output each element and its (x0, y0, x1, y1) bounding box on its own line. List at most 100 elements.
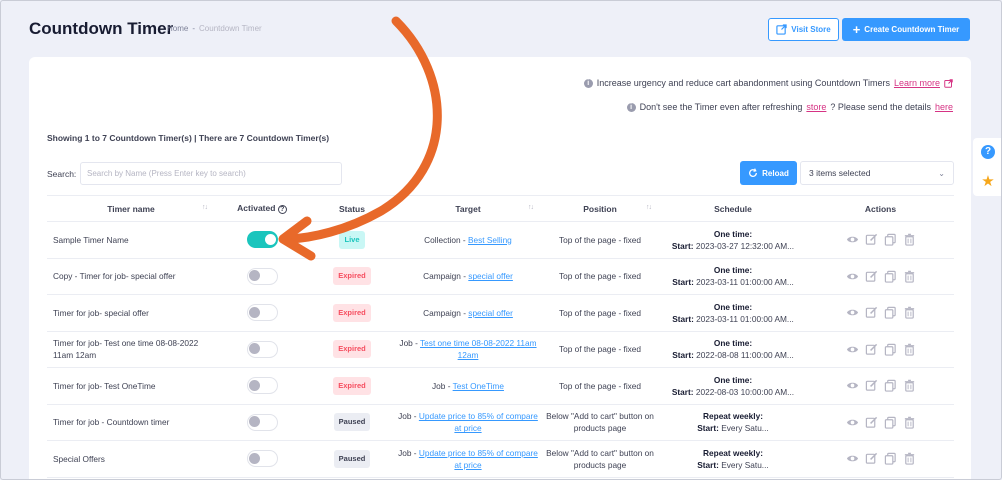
target-link[interactable]: Best Selling (468, 235, 512, 245)
refresh-icon (749, 168, 758, 177)
edit-icon[interactable] (865, 306, 878, 319)
activated-toggle[interactable] (246, 413, 278, 431)
schedule-start-label: Start: (672, 277, 694, 288)
activated-toggle[interactable] (246, 267, 278, 285)
target-link[interactable]: Test OneTime (453, 381, 504, 391)
page-title: Countdown Timer (29, 19, 174, 38)
trash-icon[interactable] (903, 233, 916, 246)
position-cell: Top of the page - fixed (541, 258, 659, 295)
edit-icon[interactable] (865, 343, 878, 356)
copy-icon[interactable] (884, 343, 897, 356)
copy-icon[interactable] (884, 306, 897, 319)
edit-icon[interactable] (865, 233, 878, 246)
info-text-1: Increase urgency and reduce cart abandon… (596, 78, 890, 88)
table-row: Sample Timer Name Live Collection - Best S… (47, 221, 954, 259)
edit-icon[interactable] (865, 379, 878, 392)
edit-icon[interactable] (865, 416, 878, 429)
target-link[interactable]: special offer (468, 271, 513, 281)
info-icon[interactable]: ? (277, 205, 287, 214)
column-header-schedule: Schedule (659, 195, 807, 222)
visit-store-button[interactable]: Visit Store (768, 18, 839, 41)
help-icon[interactable]: ? (981, 145, 995, 160)
timer-name: Timer for job- Test OneTime (47, 367, 215, 405)
create-label: Create Countdown Timer (864, 25, 960, 34)
trash-icon[interactable] (903, 343, 916, 356)
row-actions (807, 233, 954, 246)
trash-icon[interactable] (903, 270, 916, 283)
column-header-timer-name[interactable]: Timer name ↑↓ (47, 195, 215, 222)
trash-icon[interactable] (903, 306, 916, 319)
position-cell: Below "Add to cart" button on products p… (541, 440, 659, 478)
column-header-activated: Activated ? (215, 195, 309, 222)
store-link[interactable]: store (806, 102, 826, 112)
schedule-title: Repeat weekly: (703, 411, 763, 422)
target-link[interactable]: special offer (468, 308, 513, 318)
eye-icon[interactable] (846, 452, 859, 465)
actions-cell (807, 404, 954, 441)
breadcrumb-home[interactable]: Home (167, 24, 188, 33)
status-cell: Expired (309, 258, 395, 295)
eye-icon[interactable] (846, 270, 859, 283)
sort-icon[interactable]: ↑↓ (646, 204, 652, 211)
trash-icon[interactable] (903, 452, 916, 465)
edit-icon[interactable] (865, 452, 878, 465)
schedule-start-value: 2023-03-27 12:32:00 AM... (693, 240, 795, 251)
activated-toggle[interactable] (246, 340, 278, 358)
target-link[interactable]: Test one time 08-08-2022 11am 12am (420, 338, 537, 360)
activated-toggle[interactable] (246, 450, 278, 468)
target-link[interactable]: Update price to 85% of compare at price (419, 411, 538, 433)
target-link[interactable]: Update price to 85% of compare at price (419, 448, 538, 470)
sort-icon[interactable]: ↑↓ (202, 204, 208, 211)
star-icon[interactable]: ★ (981, 174, 994, 189)
copy-icon[interactable] (884, 270, 897, 283)
status-cell: Expired (309, 367, 395, 405)
copy-icon[interactable] (884, 379, 897, 392)
activated-toggle[interactable] (246, 377, 278, 395)
column-header-position[interactable]: Position ↑↓ (541, 195, 659, 222)
position-cell: Top of the page - fixed (541, 221, 659, 259)
learn-more-link[interactable]: Learn more (894, 78, 940, 88)
position-cell: Top of the page - fixed (541, 331, 659, 368)
row-actions (807, 416, 954, 429)
activated-toggle[interactable] (246, 304, 278, 322)
create-countdown-timer-button[interactable]: + Create Countdown Timer (842, 18, 970, 41)
visit-store-label: Visit Store (791, 25, 831, 34)
schedule-cell: One time: Start: 2023-03-11 01:00:00 AM..… (659, 294, 807, 332)
chevron-down-icon: ⌄ (938, 168, 945, 178)
copy-icon[interactable] (884, 452, 897, 465)
reload-button[interactable]: Reload (740, 161, 797, 185)
reload-label: Reload (762, 168, 789, 178)
schedule-start-value: 2023-03-11 01:00:00 AM... (693, 277, 794, 288)
plus-icon: + (852, 22, 861, 37)
info-line-learn-more: i Increase urgency and reduce cart aband… (583, 78, 953, 88)
sort-icon[interactable]: ↑↓ (528, 204, 534, 211)
row-actions (807, 306, 954, 319)
external-link-icon[interactable] (944, 78, 953, 88)
eye-icon[interactable] (846, 379, 859, 392)
copy-icon[interactable] (884, 416, 897, 429)
status-badge: Expired (333, 340, 371, 359)
info-line-help: i Don't see the Timer even after refresh… (626, 102, 953, 112)
eye-icon[interactable] (846, 233, 859, 246)
trash-icon[interactable] (903, 379, 916, 392)
schedule-start-label: Start: (671, 240, 694, 251)
copy-icon[interactable] (884, 233, 897, 246)
search-input[interactable] (80, 162, 342, 185)
activated-toggle[interactable] (246, 231, 278, 249)
here-link[interactable]: here (935, 102, 953, 112)
schedule-title: One time: (713, 265, 753, 276)
actions-cell (807, 294, 954, 332)
target-prefix: Job - (399, 338, 421, 349)
status-badge: Expired (333, 376, 371, 395)
target-cell: Job - Update price to 85% of compare at … (395, 440, 541, 478)
eye-icon[interactable] (846, 343, 859, 356)
edit-icon[interactable] (865, 270, 878, 283)
schedule-cell: One time: Start: 2022-08-03 10:00:00 AM..… (659, 367, 807, 405)
schedule-start-value: 2022-08-08 11:00:00 AM... (693, 350, 794, 361)
items-selected-dropdown[interactable]: 3 items selected ⌄ (800, 161, 954, 185)
eye-icon[interactable] (846, 416, 859, 429)
eye-icon[interactable] (846, 306, 859, 319)
trash-icon[interactable] (903, 416, 916, 429)
info-icon: i (583, 78, 593, 88)
column-header-target[interactable]: Target ↑↓ (395, 195, 541, 222)
